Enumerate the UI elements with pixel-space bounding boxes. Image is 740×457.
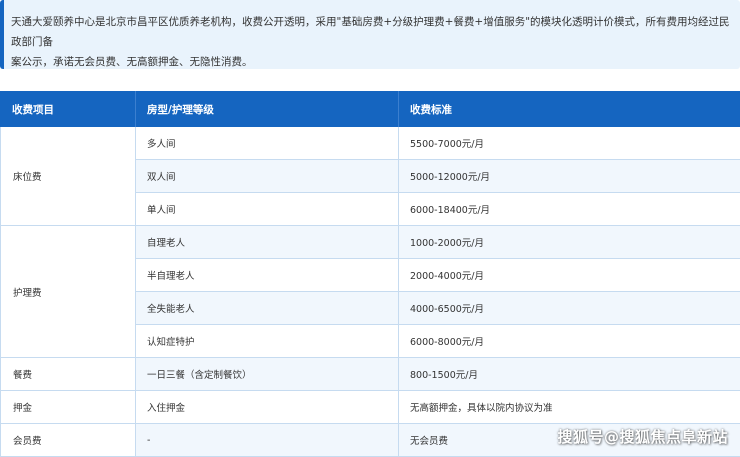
category-cell: 餐费 [0,358,136,391]
level-cell: 一日三餐（含定制餐饮） [136,358,399,391]
level-cell: 自理老人 [136,226,399,259]
table-row: 自理老人 1000-2000元/月 [136,226,740,259]
price-cell: 5500-7000元/月 [399,127,740,160]
table-row: 认知症特护 6000-8000元/月 [136,325,740,358]
table-row: 单人间 6000-18400元/月 [136,193,740,226]
level-cell: 认知症特护 [136,325,399,358]
level-cell: 半自理老人 [136,259,399,292]
notice-line-1: 天通大爱颐养中心是北京市昌平区优质养老机构，收费公开透明，采用"基础房费+分级护… [11,16,730,48]
header-room-level: 房型/护理等级 [136,91,399,127]
table-row: 多人间 5500-7000元/月 [136,127,740,160]
level-cell: 双人间 [136,160,399,193]
table-header-row: 收费项目 房型/护理等级 收费标准 [0,91,740,127]
table-row: 双人间 5000-12000元/月 [136,160,740,193]
fee-group-care: 护理费 自理老人 1000-2000元/月 半自理老人 2000-4000元/月… [0,226,740,358]
fee-group-bed: 床位费 多人间 5500-7000元/月 双人间 5000-12000元/月 单… [0,127,740,226]
price-cell: 无高额押金，具体以院内协议为准 [399,391,740,424]
fee-group-meal: 餐费 一日三餐（含定制餐饮） 800-1500元/月 [0,358,740,391]
notice-line-2: 案公示，承诺无会员费、无高额押金、无隐性消费。 [11,56,253,68]
price-cell: 6000-8000元/月 [399,325,740,358]
category-cell: 护理费 [0,226,136,358]
notice-box: 天通大爱颐养中心是北京市昌平区优质养老机构，收费公开透明，采用"基础房费+分级护… [0,0,740,69]
fee-table: 收费项目 房型/护理等级 收费标准 床位费 多人间 5500-7000元/月 双… [0,91,740,457]
level-cell: 多人间 [136,127,399,160]
table-row: 一日三餐（含定制餐饮） 800-1500元/月 [136,358,740,391]
level-cell: 单人间 [136,193,399,226]
fee-group-deposit: 押金 入住押金 无高额押金，具体以院内协议为准 [0,391,740,424]
price-cell: 1000-2000元/月 [399,226,740,259]
category-cell: 押金 [0,391,136,424]
header-fee-standard: 收费标准 [399,91,740,127]
category-cell: 床位费 [0,127,136,226]
table-row: 全失能老人 4000-6500元/月 [136,292,740,325]
table-row: 入住押金 无高额押金，具体以院内协议为准 [136,391,740,424]
price-cell: 2000-4000元/月 [399,259,740,292]
price-cell: 800-1500元/月 [399,358,740,391]
price-cell: 4000-6500元/月 [399,292,740,325]
header-fee-item: 收费项目 [0,91,136,127]
price-cell: 6000-18400元/月 [399,193,740,226]
category-cell: 会员费 [0,424,136,457]
table-row: 半自理老人 2000-4000元/月 [136,259,740,292]
level-cell: 全失能老人 [136,292,399,325]
watermark: 搜狐号@搜狐焦点阜新站 [557,428,728,446]
level-cell: - [136,424,399,457]
level-cell: 入住押金 [136,391,399,424]
price-cell: 5000-12000元/月 [399,160,740,193]
